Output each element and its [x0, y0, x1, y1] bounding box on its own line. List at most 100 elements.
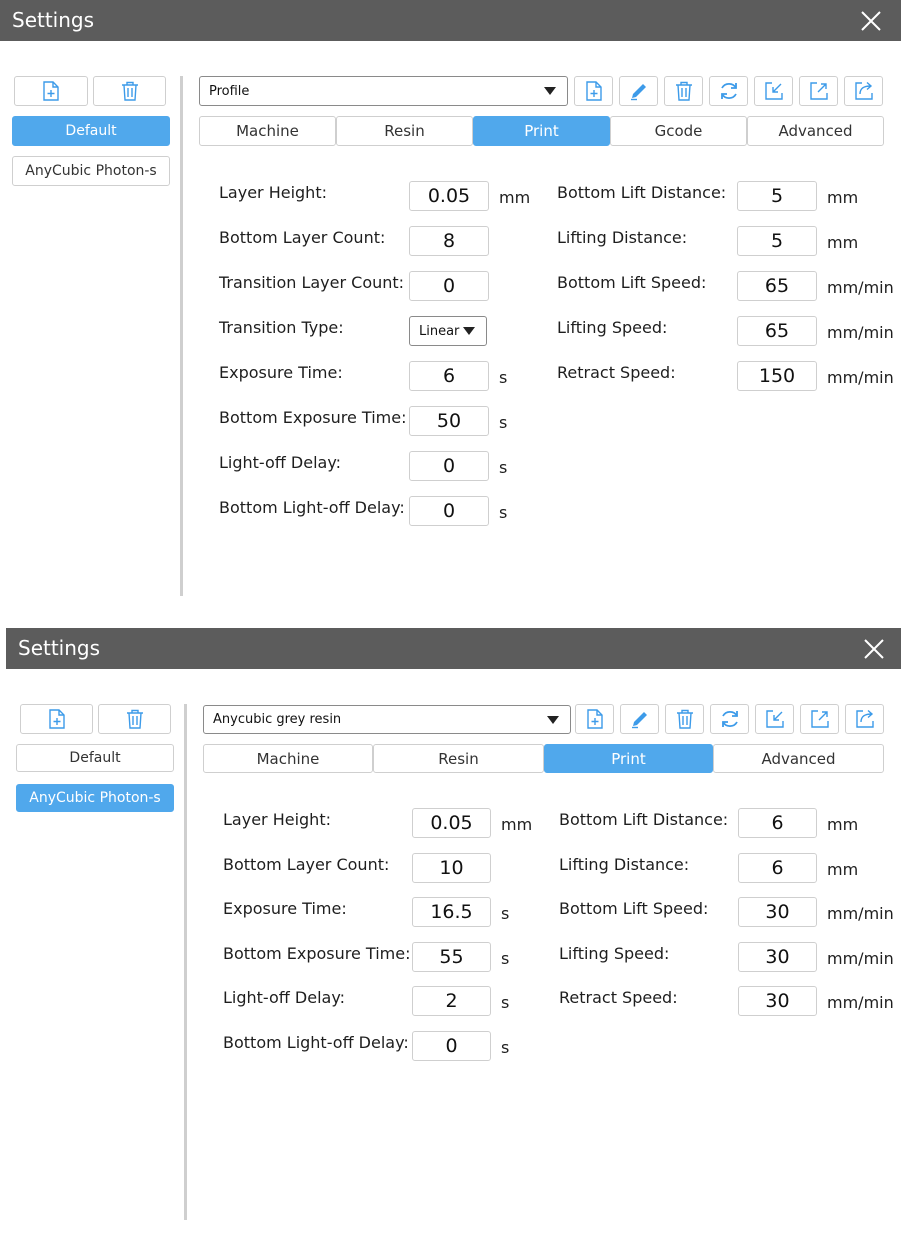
- resin-profile-dropdown[interactable]: Anycubic grey resin: [203, 705, 571, 734]
- dropdown-value: Profile: [209, 83, 250, 99]
- unit-label: mm: [501, 815, 533, 834]
- field-label: Lifting Speed:: [559, 944, 670, 963]
- export-button[interactable]: [799, 76, 838, 106]
- tab-resin[interactable]: Resin: [336, 116, 473, 146]
- field-label: Retract Speed:: [559, 988, 678, 1007]
- field-label: Bottom Exposure Time:: [219, 408, 407, 427]
- close-button[interactable]: [862, 637, 886, 661]
- tab-advanced[interactable]: Advanced: [713, 744, 884, 773]
- field-label: Bottom Lift Distance:: [559, 810, 729, 829]
- light-off-delay-input[interactable]: 0: [409, 451, 489, 481]
- chevron-down-icon: [463, 327, 475, 335]
- settings-window-1: Settings Default AnyCubic Photon-s Profi…: [0, 0, 901, 630]
- delete-profile-button[interactable]: [93, 76, 166, 106]
- profile-item-default[interactable]: Default: [16, 744, 174, 772]
- bottom-lift-speed-input[interactable]: 30: [738, 897, 817, 927]
- tab-machine[interactable]: Machine: [199, 116, 336, 146]
- retract-speed-input[interactable]: 30: [738, 986, 817, 1016]
- share-button[interactable]: [844, 76, 883, 106]
- bottom-lift-speed-input[interactable]: 65: [737, 271, 817, 301]
- pencil-icon: [630, 84, 646, 101]
- retract-speed-input[interactable]: 150: [737, 361, 817, 391]
- field-label: Light-off Delay:: [223, 988, 346, 1007]
- dropdown-value: Anycubic grey resin: [213, 712, 342, 727]
- profile-dropdown[interactable]: Profile: [199, 76, 568, 106]
- edit-button[interactable]: [620, 704, 659, 734]
- new-button[interactable]: [575, 704, 614, 734]
- bottom-lift-distance-input[interactable]: 5: [737, 181, 817, 211]
- close-button[interactable]: [859, 9, 883, 33]
- field-label: Bottom Lift Speed:: [559, 899, 709, 918]
- panel-divider: [180, 76, 183, 596]
- share-button[interactable]: [845, 704, 884, 734]
- field-label: Retract Speed:: [557, 363, 676, 382]
- unit-label: mm/min: [827, 278, 894, 297]
- lifting-distance-input[interactable]: 5: [737, 226, 817, 256]
- import-icon: [764, 82, 783, 100]
- field-label: Bottom Layer Count:: [223, 855, 390, 874]
- lifting-speed-input[interactable]: 65: [737, 316, 817, 346]
- tab-gcode[interactable]: Gcode: [610, 116, 747, 146]
- bottom-layer-count-input[interactable]: 8: [409, 226, 489, 256]
- profile-item-anycubic-photon-s[interactable]: AnyCubic Photon-s: [12, 156, 170, 186]
- transition-layer-count-input[interactable]: 0: [409, 271, 489, 301]
- unit-label: s: [499, 503, 508, 522]
- bottom-exposure-time-input[interactable]: 55: [412, 942, 491, 972]
- chevron-down-icon: [544, 87, 556, 95]
- exposure-time-input[interactable]: 6: [409, 361, 489, 391]
- add-profile-button[interactable]: [14, 76, 88, 106]
- tab-print[interactable]: Print: [544, 744, 713, 773]
- unit-label: mm/min: [827, 368, 894, 387]
- field-label: Lifting Distance:: [557, 228, 688, 247]
- tab-machine[interactable]: Machine: [203, 744, 373, 773]
- export-icon: [809, 82, 828, 100]
- refresh-button[interactable]: [710, 704, 749, 734]
- export-button[interactable]: [800, 704, 839, 734]
- refresh-button[interactable]: [709, 76, 748, 106]
- delete-button[interactable]: [665, 704, 704, 734]
- title-bar: Settings: [6, 628, 901, 669]
- layer-height-input[interactable]: 0.05: [412, 808, 491, 838]
- bottom-exposure-time-input[interactable]: 50: [409, 406, 489, 436]
- import-button[interactable]: [754, 76, 793, 106]
- new-file-icon: [586, 709, 603, 729]
- new-button[interactable]: [574, 76, 613, 106]
- bottom-layer-count-input[interactable]: 10: [412, 853, 491, 883]
- profile-item-default[interactable]: Default: [12, 116, 170, 146]
- tab-advanced[interactable]: Advanced: [747, 116, 884, 146]
- tab-resin[interactable]: Resin: [373, 744, 544, 773]
- field-label: Layer Height:: [219, 183, 327, 202]
- profile-item-anycubic-photon-s[interactable]: AnyCubic Photon-s: [16, 784, 174, 812]
- field-label: Bottom Layer Count:: [219, 228, 386, 247]
- refresh-icon: [721, 710, 738, 728]
- window-title: Settings: [12, 8, 95, 32]
- bottom-light-off-delay-input[interactable]: 0: [409, 496, 489, 526]
- tab-print[interactable]: Print: [473, 116, 610, 146]
- chevron-down-icon: [547, 715, 559, 724]
- add-profile-button[interactable]: [20, 704, 93, 734]
- refresh-icon: [720, 82, 737, 100]
- bottom-light-off-delay-input[interactable]: 0: [412, 1031, 491, 1061]
- field-label: Lifting Distance:: [559, 855, 690, 874]
- field-label: Lifting Speed:: [557, 318, 668, 337]
- unit-label: s: [501, 993, 510, 1012]
- unit-label: s: [501, 949, 510, 968]
- light-off-delay-input[interactable]: 2: [412, 986, 491, 1016]
- unit-label: mm/min: [827, 323, 894, 342]
- field-label: Exposure Time:: [223, 899, 347, 918]
- import-button[interactable]: [755, 704, 794, 734]
- edit-button[interactable]: [619, 76, 658, 106]
- field-label: Transition Layer Count:: [219, 273, 405, 292]
- unit-label: s: [499, 458, 508, 477]
- delete-profile-button[interactable]: [98, 704, 171, 734]
- exposure-time-input[interactable]: 16.5: [412, 897, 491, 927]
- field-label: Bottom Lift Distance:: [557, 183, 727, 202]
- lifting-speed-input[interactable]: 30: [738, 942, 817, 972]
- new-file-icon: [43, 81, 59, 101]
- lifting-distance-input[interactable]: 6: [738, 853, 817, 883]
- transition-type-select[interactable]: Linear: [409, 316, 487, 346]
- delete-button[interactable]: [664, 76, 703, 106]
- unit-label: mm/min: [827, 949, 894, 968]
- layer-height-input[interactable]: 0.05: [409, 181, 489, 211]
- bottom-lift-distance-input[interactable]: 6: [738, 808, 817, 838]
